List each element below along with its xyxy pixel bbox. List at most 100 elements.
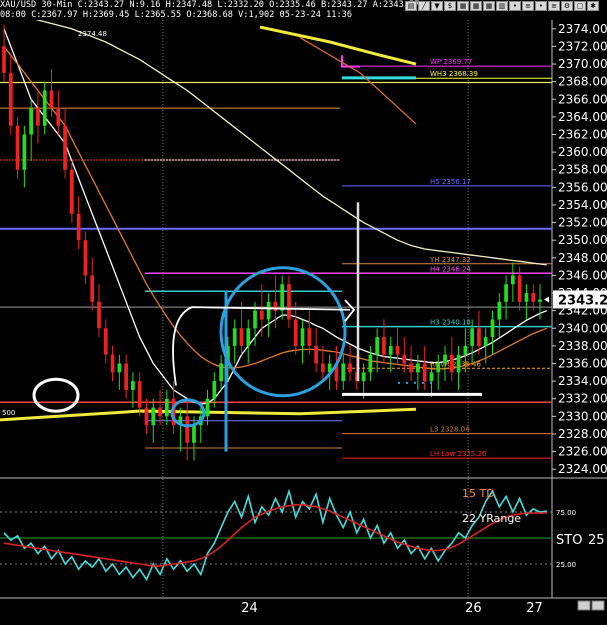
settings-icon[interactable]: ⚙ [561, 1, 573, 11]
candle-body [280, 284, 285, 311]
left-level-annotation: 500 [2, 409, 15, 417]
candle-body [103, 328, 108, 355]
y-tick-label: 2332.00 [558, 392, 607, 406]
y-tick-label: 2348.00 [558, 251, 607, 265]
candle-body [395, 345, 400, 355]
scroll-button [591, 600, 605, 611]
dot-icon[interactable]: • [535, 1, 547, 11]
candle-body [483, 337, 488, 346]
y-tick-label: 2346.00 [558, 268, 607, 282]
pivot-level-label: WH3 2368.39 [430, 70, 478, 78]
x-tick-label: 27 [526, 601, 543, 616]
candle-body [314, 345, 318, 364]
candle-body [287, 284, 291, 320]
candle-body [266, 301, 271, 320]
candle-body [429, 372, 434, 382]
chart-icon[interactable]: ▤ [405, 1, 417, 11]
dot-icon[interactable]: • [509, 1, 521, 11]
high-annotation: 2374.48 [78, 30, 107, 38]
candle-body [8, 72, 13, 126]
window-icon[interactable]: ▢ [574, 1, 586, 11]
pivot-level-label: LH Low 2325.26 [430, 450, 487, 458]
y-tick-label: 2326.00 [558, 445, 607, 459]
candle-body [375, 337, 380, 355]
y-tick-label: 2366.00 [558, 92, 607, 106]
candle-body [110, 354, 115, 373]
open-value: O:2335.46 [269, 0, 316, 10]
candle-body [538, 299, 542, 302]
bars-icon[interactable]: ≡ [522, 1, 534, 11]
time-truncated: 08:00 [0, 10, 26, 20]
y-tick-label: 2370.00 [558, 57, 607, 71]
candle-body [36, 108, 40, 126]
bar-close: C:2367.97 [31, 10, 78, 20]
y-tick-label: 2356.00 [558, 180, 607, 194]
candle-body [42, 90, 47, 126]
candle-body [56, 108, 61, 126]
candle-body [307, 328, 312, 346]
candle-body [416, 363, 420, 373]
chart-icon[interactable]: ▥ [496, 1, 508, 11]
candle-body [321, 363, 325, 373]
y-tick-label: 2372.00 [558, 39, 607, 53]
candle-body [97, 301, 101, 329]
candle-body [131, 381, 135, 390]
candle-body [402, 354, 407, 364]
candle-body [524, 293, 529, 302]
candle-body [219, 363, 223, 382]
candle-body [232, 328, 237, 346]
bar-time: 11:36 [326, 10, 352, 20]
sto-legend-range: 22 YRange [462, 512, 521, 525]
grid-icon[interactable]: ▦ [470, 1, 482, 11]
candle-body [463, 345, 468, 355]
candle-body [510, 275, 515, 285]
y-tick-label: 2340.00 [558, 321, 607, 335]
pivot-level-label: WP 2369.77 [430, 58, 472, 66]
candle-body [477, 328, 481, 346]
gear-icon[interactable]: ✱ [587, 1, 599, 11]
close-value: C:2343.27 [77, 0, 125, 10]
candle-body [63, 125, 67, 170]
bid-value: B:2343.27 [320, 0, 368, 10]
y-tick-label: 2358.00 [558, 163, 607, 177]
candle-body [341, 363, 346, 382]
candle-body [443, 354, 447, 364]
candle-body [164, 398, 169, 417]
candle-body [205, 398, 210, 417]
chart-background [0, 0, 607, 625]
candle-body [239, 328, 244, 346]
candle-body [361, 372, 366, 382]
candle-body [504, 284, 508, 302]
bars-icon[interactable]: ≡ [548, 1, 560, 11]
candle-body [83, 240, 88, 276]
line-icon[interactable]: ╱ [418, 1, 430, 11]
grid-icon[interactable]: ▦ [457, 1, 469, 11]
candle-body [436, 363, 441, 373]
candle-body [470, 328, 475, 346]
candle-body [151, 407, 156, 426]
symbol: XAU/USD [0, 0, 37, 10]
candle-body [185, 416, 190, 443]
y-tick-label: 2324.00 [558, 462, 607, 476]
down-arrow-icon[interactable]: ▼ [431, 1, 443, 11]
candle-body [2, 46, 6, 73]
bar-volume: V:1,902 [238, 10, 275, 20]
candle-body [388, 345, 393, 355]
bar-date: 05-23-24 [279, 10, 321, 20]
last-price-label: 2343.27 [558, 293, 607, 308]
candle-body [192, 425, 196, 443]
sto-tick-label: 25.00 [556, 561, 576, 569]
y-tick-label: 2352.00 [558, 216, 607, 230]
x-tick-label: 26 [465, 601, 482, 616]
grid-icon[interactable]: ▦ [483, 1, 495, 11]
candle-body [456, 354, 461, 373]
scroll-button [577, 600, 591, 611]
candle-body [144, 407, 149, 426]
candle-body [517, 275, 522, 302]
y-tick-label: 2368.00 [558, 75, 607, 89]
chart-toolbar: ▤ ╱ ▼ $ ▦ ▦ ▦ ▥ • ≡ • ≡ ⚙ ▢ ✱ [404, 1, 599, 11]
candle-body [76, 213, 81, 241]
candle-body [117, 363, 122, 373]
y-tick-label: 2338.00 [558, 339, 607, 353]
dollar-icon[interactable]: $ [444, 1, 456, 11]
